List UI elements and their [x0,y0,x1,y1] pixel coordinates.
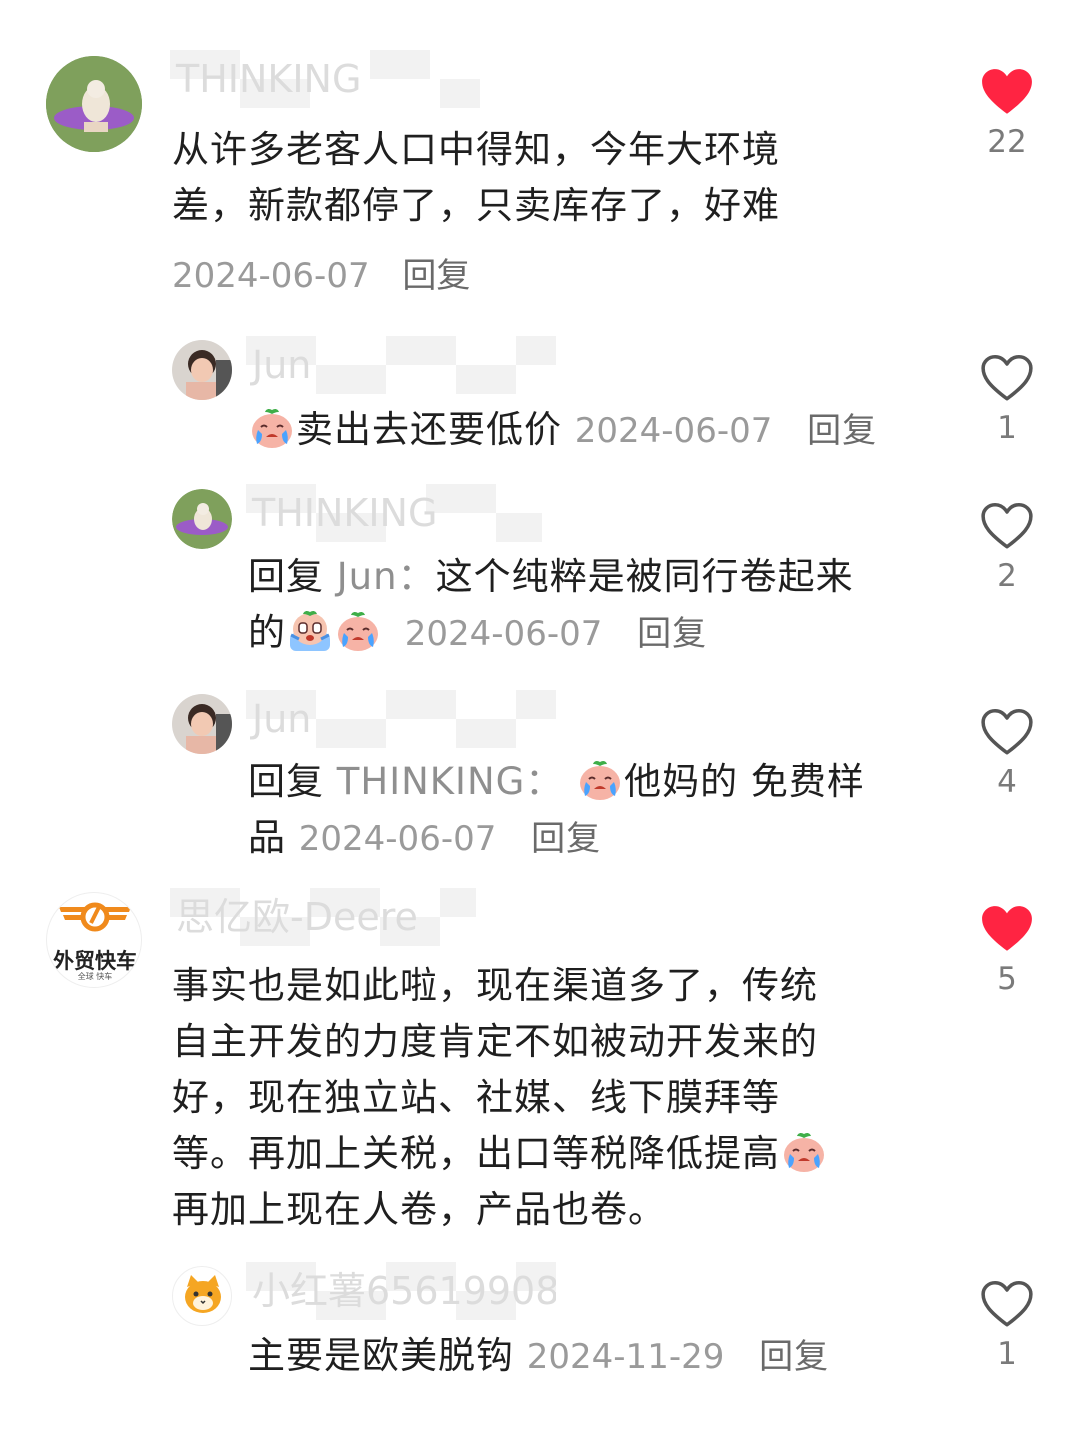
heart-filled-icon [980,905,1034,953]
reply-text: 回复 THINKING： 他妈的 免费样 品 2024-06-07 回复 [248,754,948,867]
username[interactable]: 思亿欧-Deere [170,888,476,946]
like-count: 5 [997,961,1017,997]
screaming-face-emoji [287,607,333,653]
username[interactable]: Jun [246,336,556,394]
reply-text: 回复 Jun：这个纯粹是被同行卷起来 的 2024-06-07 回复 [248,555,854,654]
crying-face-emoji [335,607,381,653]
username[interactable]: 小红薯65619908 [246,1262,556,1320]
comment-text: 事实也是如此啦，现在渠道多了，传统 自主开发的力度肯定不如被动开发来的 好，现在… [172,958,932,1238]
heart-outline-icon [980,502,1034,550]
comment-date: 2024-06-07 [172,256,370,296]
like-button[interactable]: 4 [967,708,1047,800]
avatar[interactable] [172,340,232,400]
username[interactable]: THINKING [170,50,480,108]
like-button[interactable]: 22 [967,68,1047,160]
like-button[interactable]: 2 [967,502,1047,594]
comment-text: 从许多老客人口中得知，今年大环境 差，新款都停了，只卖库存了，好难 [172,128,780,227]
like-count: 4 [997,764,1017,800]
like-button[interactable]: 1 [967,354,1047,446]
reply-text: 主要是欧美脱钩 2024-11-29 回复 [248,1334,830,1377]
like-count: 22 [987,124,1027,160]
username[interactable]: THINKING [246,484,542,542]
like-count: 2 [997,558,1017,594]
heart-filled-icon [980,68,1034,116]
like-button[interactable]: 1 [967,1280,1047,1372]
reply-button[interactable]: 回复 [637,614,707,654]
reply-button[interactable]: 回复 [531,819,601,859]
reply-date: 2024-06-07 [574,411,773,451]
reply-date: 2024-06-07 [404,614,603,654]
avatar[interactable] [172,1266,232,1326]
avatar-logo-subtext: 全球 快车 [77,972,113,981]
avatar[interactable] [172,489,232,549]
crying-face-emoji [577,756,623,802]
heart-outline-icon [980,708,1034,756]
reply-button[interactable]: 回复 [402,256,470,296]
avatar[interactable] [172,694,232,754]
comment-meta: 2024-06-07 回复 [172,248,470,297]
avatar-image [46,56,142,152]
crying-face-emoji [249,404,295,450]
mention-link[interactable]: THINKING： [337,760,564,803]
avatar[interactable] [46,56,142,152]
crying-face-emoji [781,1128,827,1174]
heart-outline-icon [980,1280,1034,1328]
avatar-image [172,694,232,754]
mention-link[interactable]: Jun： [337,555,436,598]
reply-button[interactable]: 回复 [759,1337,829,1377]
heart-outline-icon [980,354,1034,402]
avatar[interactable]: 外贸快车 全球 快车 [46,892,142,988]
reply-date: 2024-06-07 [298,819,497,859]
username[interactable]: Jun [246,690,556,748]
reply-date: 2024-11-29 [526,1337,725,1377]
avatar-image [172,489,232,549]
reply-button[interactable]: 回复 [807,411,877,451]
like-count: 1 [997,410,1017,446]
cat-avatar-icon [185,1275,221,1313]
like-count: 1 [997,1336,1017,1372]
reply-text: 卖出去还要低价 2024-06-07 回复 [248,402,948,459]
avatar-image [172,340,232,400]
like-button[interactable]: 5 [967,905,1047,997]
